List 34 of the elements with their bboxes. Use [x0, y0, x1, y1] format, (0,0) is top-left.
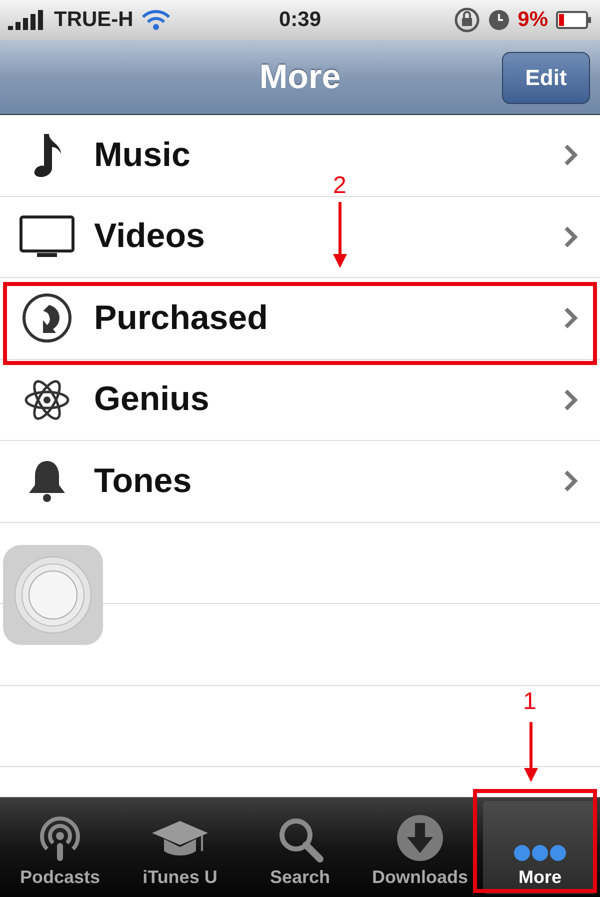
clock-time: 0:39 [278, 8, 322, 32]
bell-icon [27, 459, 67, 504]
annotation-number: 2 [333, 174, 346, 198]
tab-item[interactable]: Search [243, 801, 357, 894]
download-icon [395, 813, 445, 863]
more-dots-icon [512, 843, 568, 863]
list-row[interactable]: Genius [0, 360, 600, 441]
signal-icon [8, 10, 46, 30]
annotation-arrow [524, 722, 538, 782]
tab-item[interactable]: iTunes U [123, 801, 237, 894]
television-icon [19, 214, 75, 259]
assistive-touch-button[interactable] [3, 545, 103, 645]
wifi-icon [141, 9, 172, 31]
chevron-icon [564, 226, 578, 248]
screen-title: More [259, 58, 341, 96]
tab-item[interactable]: Downloads [363, 801, 477, 894]
tab-item[interactable]: More [483, 801, 597, 894]
carrier-name: TRUE-H [54, 8, 134, 32]
list-row[interactable]: Purchased [0, 278, 600, 360]
chevron-icon [564, 307, 578, 330]
battery-icon [556, 11, 592, 29]
edit-button[interactable]: Edit [502, 52, 590, 104]
chevron-icon [564, 144, 578, 166]
chevron-icon [564, 388, 578, 411]
battery-percent: 9% [518, 8, 548, 32]
annotation-number: 1 [523, 690, 536, 714]
list-row[interactable]: Videos [0, 196, 600, 278]
annotation-arrow [333, 202, 347, 268]
tab-item[interactable]: Podcasts [3, 801, 117, 894]
chevron-icon [564, 470, 578, 492]
concentric-circles-icon [13, 555, 93, 635]
rotation-lock-icon [454, 7, 480, 33]
list-row[interactable]: Tones [0, 441, 600, 522]
alarm-clock-icon [488, 9, 510, 31]
